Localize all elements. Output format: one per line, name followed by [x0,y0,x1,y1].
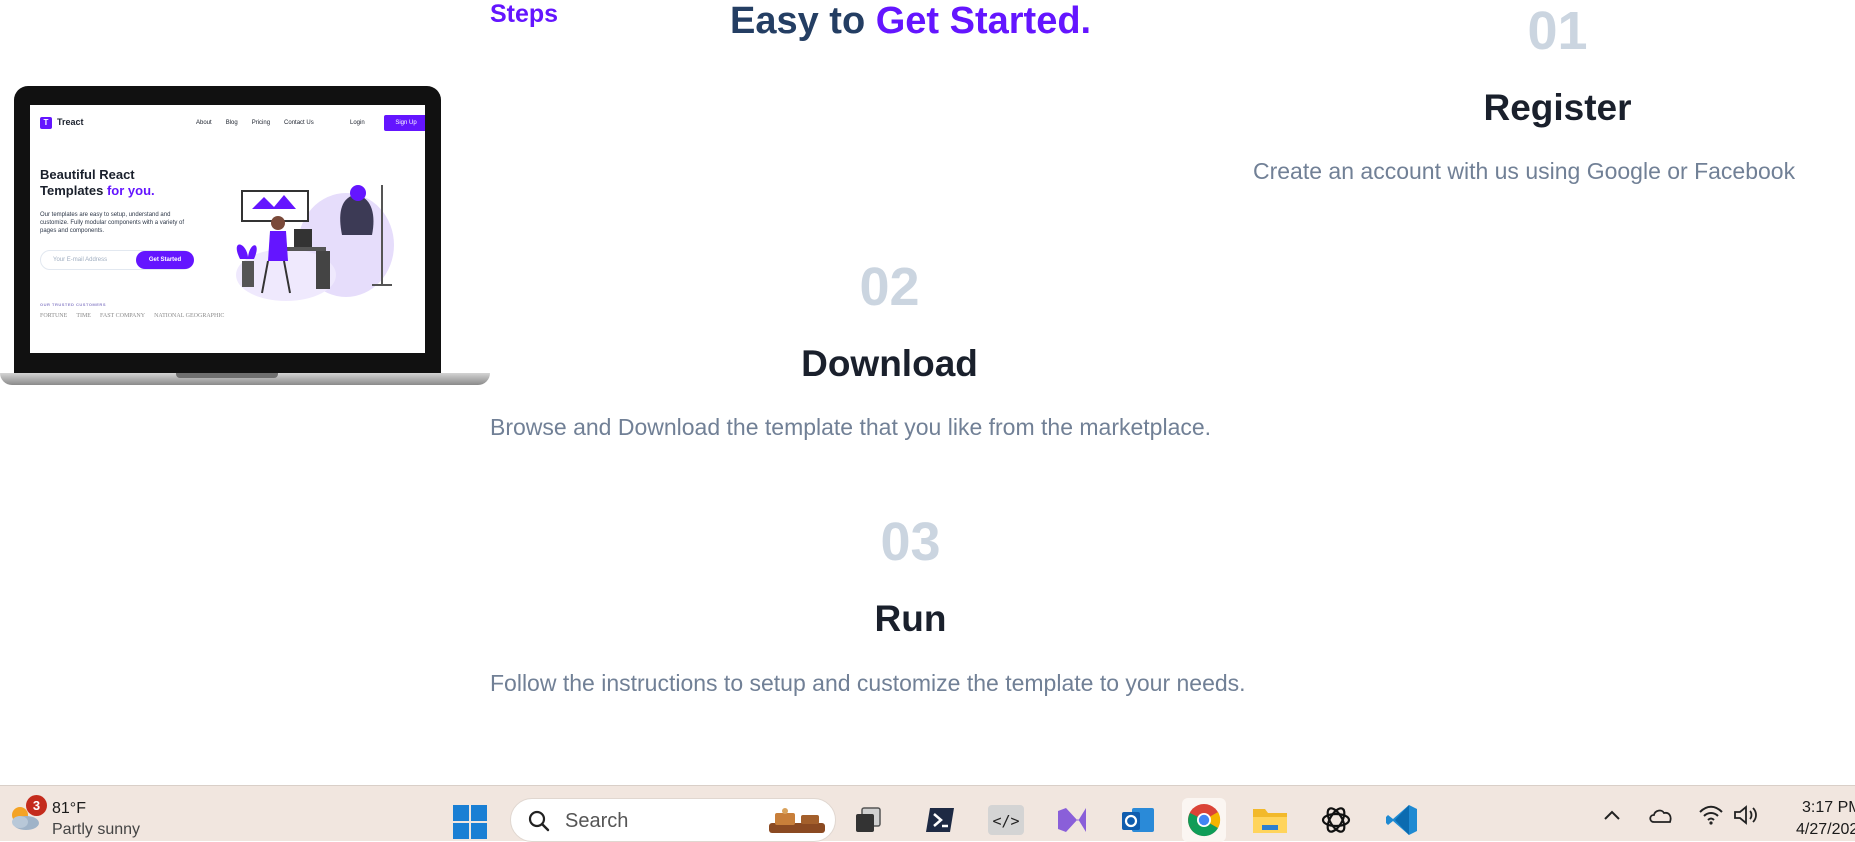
step-1-number: 01 [1480,0,1635,62]
step-2-title: Download [752,342,1027,386]
step-1-title-text: Register [1483,87,1632,128]
preview-hero-desc: Our templates are easy to setup, underst… [40,212,185,234]
preview-nav-blog: Blog [225,120,238,126]
outlook-icon[interactable] [1116,798,1160,842]
page: Steps Easy to Get Started. T Treact Abou… [0,0,1855,785]
weather-widget[interactable]: 3 81°F Partly sunny [6,795,176,838]
chatgpt-icon[interactable] [1314,798,1358,842]
weather-condition: Partly sunny [52,821,141,838]
preview-trusted-label: OUR TRUSTED CUSTOMERS [40,302,106,307]
step-1-description: Create an account with us using Google o… [1253,158,1796,184]
step-1-title: Register [1420,86,1695,130]
preview-logo-fastcompany: FAST COMPANY [99,313,146,319]
laptop-preview-image: T Treact About Blog Pricing Contact Us L… [0,86,490,386]
taskbar-search[interactable]: Search [510,798,836,842]
step-3-description: Follow the instructions to setup and cus… [490,670,1246,696]
volume-icon[interactable] [1733,804,1761,826]
preview-hero-title: Beautiful React Templates for you. [40,167,210,199]
visual-studio-icon[interactable] [1050,798,1094,842]
preview-login: Login [350,120,365,126]
terminal-icon[interactable] [918,798,962,842]
laptop-lid: T Treact About Blog Pricing Contact Us L… [14,86,441,375]
svg-text:</>: </> [992,812,1019,830]
preview-logo-fortune: FORTUNE [40,313,68,319]
step-2-description: Browse and Download the template that yo… [490,414,1212,440]
preview-cta-button: Get Started [136,251,194,269]
clock-time[interactable]: 3:17 PM [1802,799,1855,817]
taskbar: 3 81°F Partly sunny Search </> 3:17 PM 4… [0,785,1855,842]
windows-start-icon[interactable] [452,804,488,840]
search-placeholder: Search [565,810,629,832]
step-3-title: Run [773,597,1048,641]
chevron-up-icon[interactable] [1602,808,1622,822]
preview-illustration [236,185,394,301]
preview-brand: Treact [57,117,84,127]
heading-highlight: Get Started. [875,0,1092,42]
notification-badge: 3 [26,795,47,816]
step-1-number-text: 01 [1527,1,1588,61]
weather-temperature: 81°F [52,800,86,817]
dev-tools-icon[interactable]: </> [984,798,1028,842]
preview-logo-time: TIME [76,313,91,319]
search-icon [528,810,550,832]
preview-navbar: T Treact About Blog Pricing Contact Us L… [40,115,425,133]
chrome-icon[interactable] [1182,798,1226,842]
laptop-screen: T Treact About Blog Pricing Contact Us L… [30,105,425,353]
preview-hero-line1: Beautiful React [40,167,135,182]
step-2-title-text: Download [801,343,978,384]
step-3-number: 03 [833,511,988,573]
preview-nav-links: About Blog Pricing Contact Us [196,120,314,126]
onedrive-cloud-icon[interactable] [1648,806,1674,824]
clock-date[interactable]: 4/27/2024 [1796,821,1855,839]
section-heading: Easy to Get Started. [730,0,1091,43]
preview-nav-pricing: Pricing [251,120,271,126]
section-label: Steps [490,0,559,28]
preview-nav-contact: Contact Us [284,120,314,126]
search-highlight-icon [769,808,825,833]
preview-nav-about: About [196,120,212,126]
preview-logo-icon: T [40,117,52,129]
preview-hero-line2: Templates [40,183,107,198]
step-2-number: 02 [812,256,967,318]
preview-logo-natgeo: NATIONAL GEOGRAPHIC [154,313,225,319]
preview-customer-logos: FORTUNE TIME FAST COMPANY NATIONAL GEOGR… [40,313,224,319]
heading-prefix: Easy to [730,0,876,42]
wifi-icon[interactable] [1698,804,1724,826]
step-2-number-text: 02 [859,257,920,317]
preview-hero-highlight: for you. [106,183,155,198]
file-explorer-icon[interactable] [1248,798,1292,842]
laptop-notch [176,373,278,378]
task-view-icon[interactable] [846,798,890,842]
preview-signup: Sign Up [384,115,425,131]
step-3-number-text: 03 [880,512,941,572]
step-3-title-text: Run [874,598,947,639]
vscode-icon[interactable] [1380,798,1424,842]
